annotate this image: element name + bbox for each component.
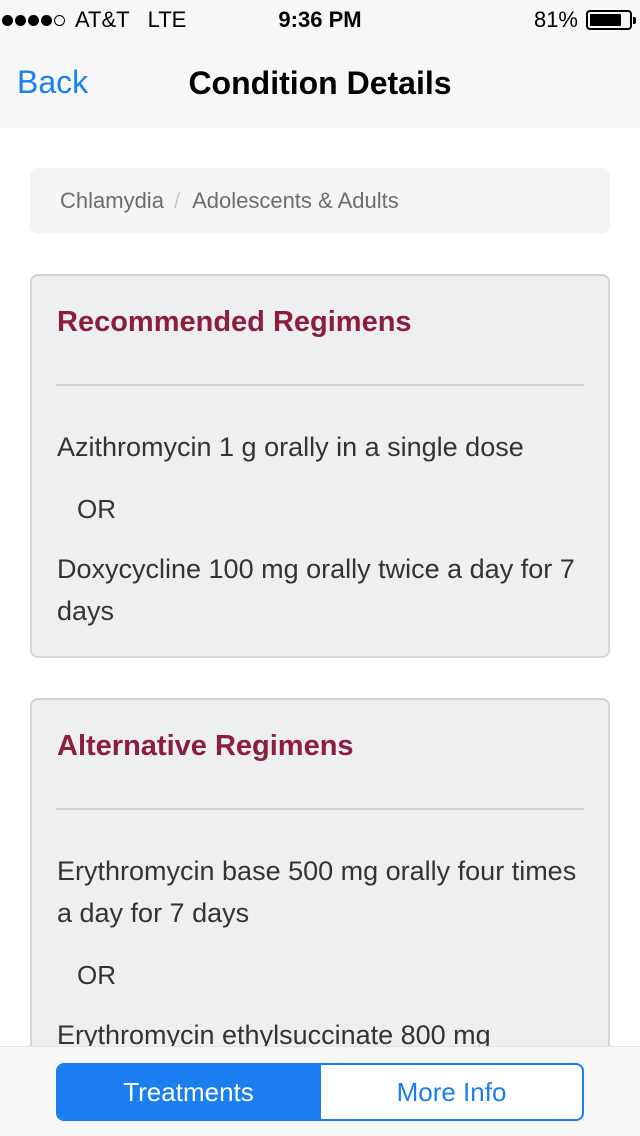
recommended-regimens-panel: Recommended Regimens Azithromycin 1 g or…: [30, 274, 610, 658]
segmented-control: Treatments More Info: [56, 1063, 584, 1121]
page-title: Condition Details: [188, 65, 452, 101]
panel-title: Alternative Regimens: [57, 730, 354, 762]
bottom-toolbar: Treatments More Info: [0, 1046, 640, 1136]
regimen-text: Doxycycline 100 mg orally twice a day fo…: [57, 554, 575, 626]
or-separator: OR: [77, 960, 116, 990]
breadcrumb-separator: /: [173, 188, 181, 213]
panel-divider: [56, 808, 584, 810]
tab-more-info[interactable]: More Info: [319, 1065, 582, 1119]
breadcrumb: Chlamydia / Adolescents & Adults: [30, 168, 610, 234]
battery-tip: [633, 17, 636, 24]
battery-fill: [590, 14, 621, 26]
battery-icon: [586, 10, 636, 30]
regimen-text: Erythromycin base 500 mg orally four tim…: [57, 856, 577, 928]
breadcrumb-item-condition[interactable]: Chlamydia: [60, 188, 164, 214]
or-separator: OR: [77, 494, 116, 524]
panel-divider: [56, 384, 584, 386]
tab-treatments[interactable]: Treatments: [58, 1065, 319, 1119]
status-bar: AT&T LTE 9:36 PM 81%: [0, 0, 640, 40]
status-right: 81%: [533, 7, 636, 33]
alternative-regimens-panel: Alternative Regimens Erythromycin base 5…: [30, 698, 610, 1046]
regimen-text: Erythromycin ethylsuccinate 800 mg: [57, 1020, 491, 1046]
content-scroll-area[interactable]: Chlamydia / Adolescents & Adults Recomme…: [0, 128, 640, 1046]
breadcrumb-item-population: Adolescents & Adults: [192, 188, 399, 213]
regimen-text: Azithromycin 1 g orally in a single dose: [57, 432, 524, 462]
panel-title: Recommended Regimens: [57, 306, 412, 338]
screen: AT&T LTE 9:36 PM 81% Back Condition Deta…: [0, 0, 640, 1136]
battery-percent: 81%: [533, 7, 578, 32]
navigation-bar: Back Condition Details: [0, 40, 640, 128]
